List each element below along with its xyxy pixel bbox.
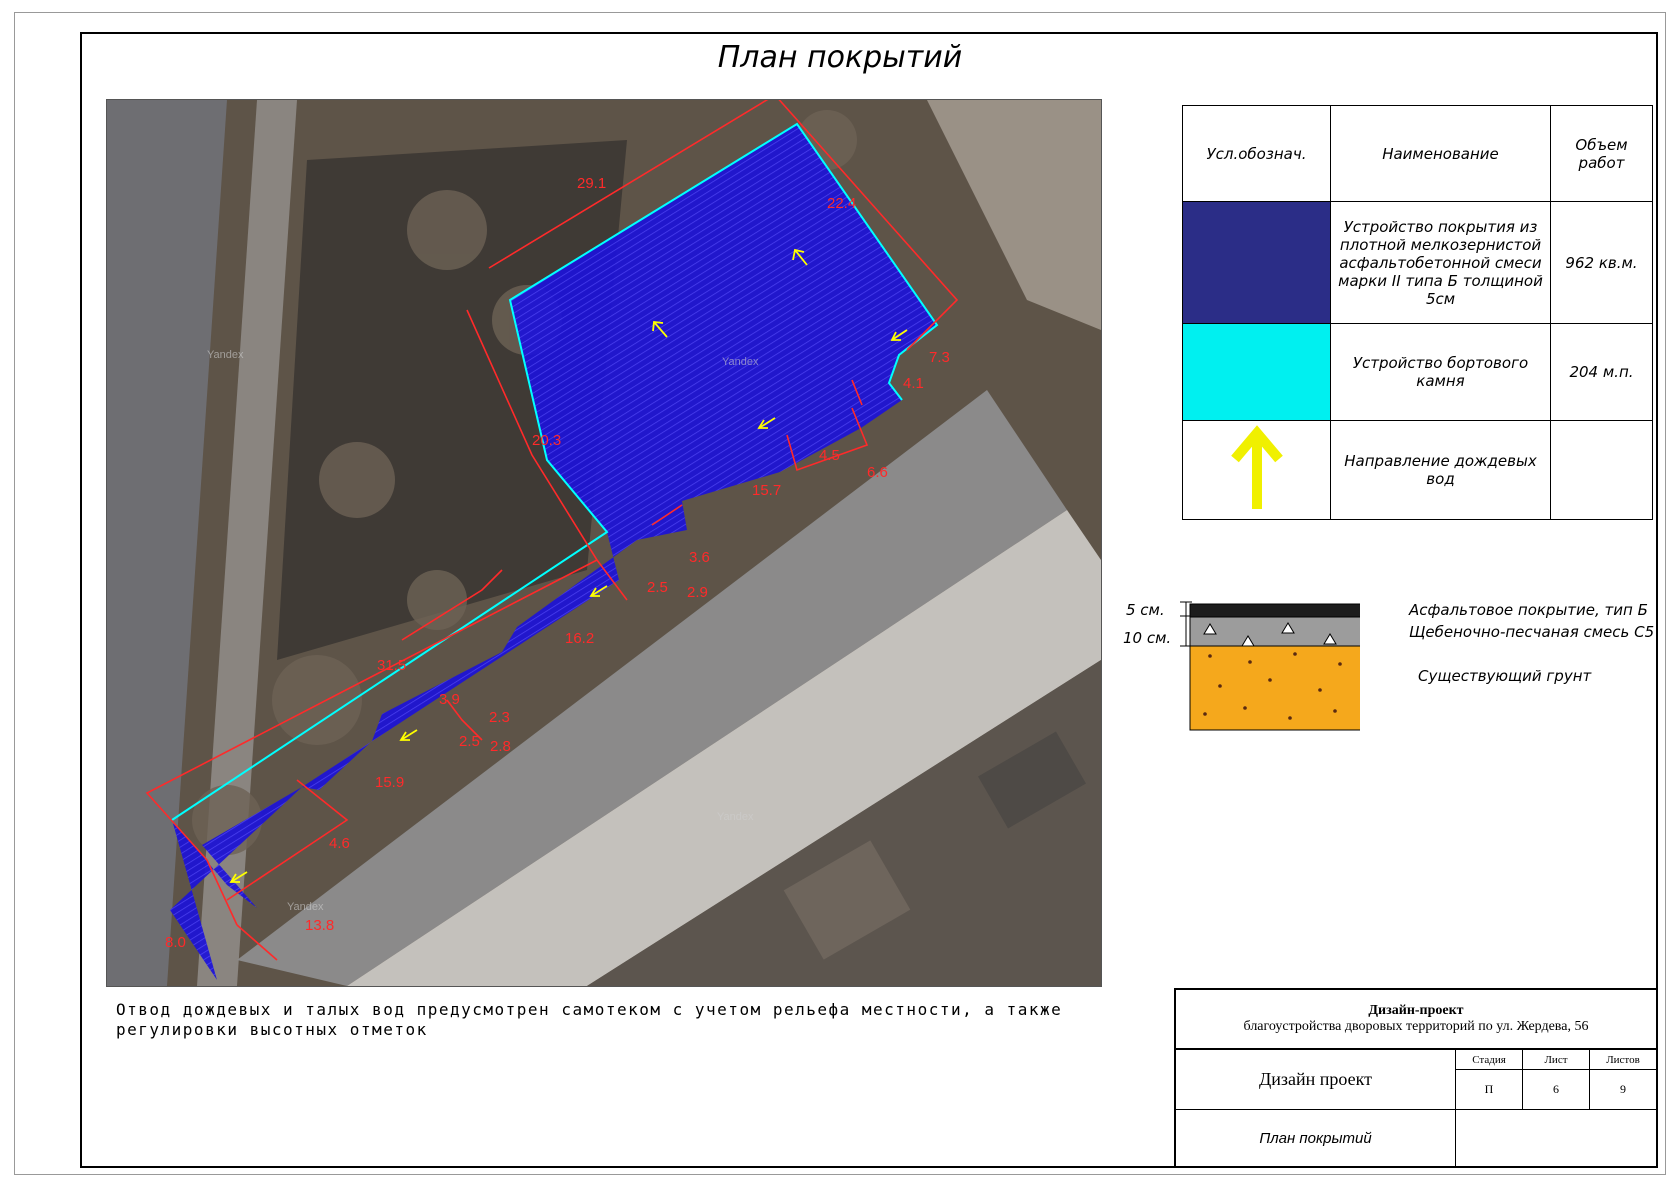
dim-label: 4.6 — [329, 835, 350, 852]
dim-label: 8.0 — [165, 934, 186, 951]
title-block: Дизайн-проект благоустройства дворовых т… — [1174, 988, 1658, 1168]
legend-table: Усл.обознач. Наименование Объем работ Ус… — [1182, 105, 1653, 520]
dim-label: 3.6 — [689, 549, 710, 566]
map-watermark: Yandex — [207, 349, 244, 361]
dim-label: 7.3 — [929, 349, 950, 366]
aerial-map: 29.1 22.4 7.3 4.1 6.6 4.5 15.7 20.3 3.6 … — [106, 99, 1102, 987]
thickness-bottom-label: 10 см. — [1123, 629, 1172, 647]
dim-label: 29.1 — [577, 175, 606, 192]
legend-swatch-arrow — [1182, 420, 1331, 520]
legend-volume-asphalt: 962 кв.м. — [1550, 201, 1653, 324]
legend-header-volume: Объем работ — [1550, 105, 1653, 202]
dim-label: 22.4 — [827, 195, 856, 212]
legend-volume-curb: 204 м.п. — [1550, 323, 1653, 421]
map-watermark: Yandex — [287, 901, 324, 913]
stamp-design: Дизайн проект — [1176, 1050, 1456, 1110]
page-title: План покрытий — [717, 40, 963, 75]
asphalt-layer-label: Асфальтовое покрытие, тип Б — [1409, 601, 1648, 619]
thickness-top-label: 5 см. — [1126, 601, 1165, 619]
layer-section: 5 см. 10 см. Асфальтовое покрытие, тип Б… — [1120, 596, 1660, 746]
legend-header-symbol: Усл.обознач. — [1182, 105, 1331, 202]
stamp-project-title: Дизайн-проект — [1368, 1003, 1464, 1018]
legend-header-name: Наименование — [1330, 105, 1551, 202]
map-svg: 29.1 22.4 7.3 4.1 6.6 4.5 15.7 20.3 3.6 … — [107, 100, 1101, 986]
dim-label: 15.7 — [752, 482, 781, 499]
dim-label: 2.3 — [489, 709, 510, 726]
stamp-col-sheets: Листов — [1590, 1050, 1656, 1070]
map-watermark: Yandex — [717, 811, 754, 823]
dim-label: 4.1 — [903, 375, 924, 392]
dim-label: 20.3 — [532, 432, 561, 449]
dim-label: 16.2 — [565, 630, 594, 647]
legend-volume-rainflow — [1550, 420, 1653, 520]
dim-label: 2.8 — [490, 738, 511, 755]
soil-layer — [1189, 645, 1360, 731]
stamp-sheet-name: План покрытий — [1176, 1110, 1456, 1166]
stamp-col-stage: Стадия — [1456, 1050, 1523, 1070]
soil-layer-label: Существующий грунт — [1418, 667, 1592, 685]
dim-label: 3.9 — [439, 691, 460, 708]
stamp-stage: П — [1456, 1070, 1523, 1110]
legend-name-curb: Устройство бортового камня — [1330, 323, 1551, 421]
legend-swatch-asphalt — [1182, 201, 1331, 324]
stamp-sheet: 6 — [1523, 1070, 1590, 1110]
dim-label: 15.9 — [375, 774, 404, 791]
dim-label: 6.6 — [867, 464, 888, 481]
map-watermark: Yandex — [722, 356, 759, 368]
dim-label: 13.8 — [305, 917, 334, 934]
stamp-project: Дизайн-проект благоустройства дворовых т… — [1176, 990, 1656, 1050]
drainage-note: Отвод дождевых и талых вод предусмотрен … — [116, 1000, 1063, 1039]
gravel-layer-label: Щебеночно-песчаная смесь С5 — [1409, 623, 1655, 641]
yellow-arrow-up-icon — [1230, 425, 1283, 509]
dim-label: 31.5 — [377, 657, 406, 674]
dim-label: 2.5 — [647, 579, 668, 596]
stamp-project-subtitle: благоустройства дворовых территорий по у… — [1243, 1019, 1589, 1034]
dim-label: 4.5 — [819, 447, 840, 464]
dim-label: 2.9 — [687, 584, 708, 601]
stamp-sheets: 9 — [1590, 1070, 1656, 1110]
stamp-col-sheet: Лист — [1523, 1050, 1590, 1070]
legend-name-rainflow: Направление дождевых вод — [1330, 420, 1551, 520]
legend-swatch-curb — [1182, 323, 1331, 421]
dim-label: 2.5 — [459, 733, 480, 750]
asphalt-layer — [1189, 603, 1360, 618]
legend-name-asphalt: Устройство покрытия из плотной мелкозерн… — [1330, 201, 1551, 324]
